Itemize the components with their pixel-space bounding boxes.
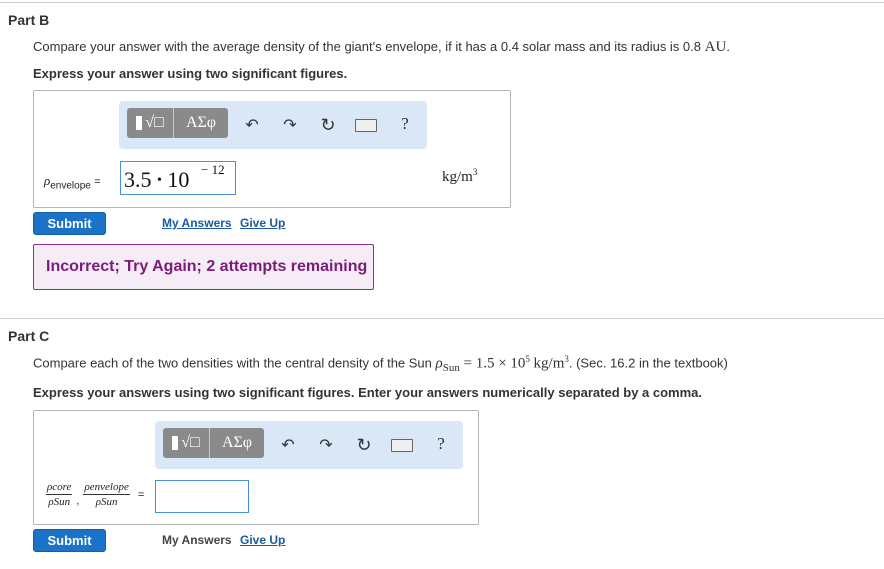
part-c-math-toolbar: √□ ΑΣφ ↶ ↷ ↻ ? (155, 421, 463, 469)
part-c-question: Compare each of the two densities with t… (33, 354, 728, 374)
part-b-question-text: Compare your answer with the average den… (33, 39, 702, 54)
part-b-feedback: Incorrect; Try Again; 2 attempts remaini… (33, 244, 374, 290)
answer-exponent: − 12 (201, 162, 225, 177)
comma: , (76, 494, 80, 507)
fraction-numerator: ρcore (46, 481, 73, 495)
multiply-dot: • (157, 173, 162, 188)
part-divider (0, 318, 884, 319)
part-c-template-group: √□ ΑΣφ (163, 428, 264, 458)
undo-icon[interactable]: ↶ (241, 114, 263, 136)
part-b-instruction: Express your answer using two significan… (33, 66, 348, 81)
equals-sign: = (137, 488, 145, 501)
reset-icon[interactable]: ↻ (353, 434, 375, 456)
equals-sign: = (94, 176, 101, 188)
greek-symbols-button[interactable]: ΑΣφ (174, 108, 228, 138)
answer-expression: 3.5 • 10 (124, 167, 189, 193)
rho-subscript: envelope (50, 180, 91, 192)
part-b-answer-input[interactable]: 3.5 • 10 − 12 (120, 161, 236, 195)
template-button[interactable]: √□ (163, 428, 209, 458)
part-c-answer-box: √□ ΑΣφ ↶ ↷ ↻ ? ρcore ρSun , ρenvelope ρS… (33, 410, 479, 525)
keyboard-icon[interactable] (391, 434, 413, 456)
help-icon[interactable]: ? (430, 433, 452, 455)
part-b-template-group: √□ ΑΣφ (127, 108, 228, 138)
part-c-answer-label: ρcore ρSun , ρenvelope ρSun = (46, 481, 144, 508)
reset-icon[interactable]: ↻ (317, 114, 339, 136)
part-b-question-unit: AU (704, 39, 727, 55)
block-icon (172, 436, 179, 450)
template-button[interactable]: √□ (127, 108, 173, 138)
part-c-my-answers-label: My Answers (162, 533, 232, 547)
part-c-answer-input[interactable] (155, 480, 249, 513)
sun-density-exponent: 5 (525, 354, 530, 364)
part-b-give-up-link[interactable]: Give Up (240, 216, 285, 230)
sqrt-icon: √□ (145, 114, 164, 131)
sqrt-icon: √□ (181, 434, 200, 451)
greek-symbols-button[interactable]: ΑΣφ (210, 428, 264, 458)
unit-base: kg/m (442, 169, 473, 185)
part-b-question-end: . (726, 39, 730, 54)
keyboard-icon[interactable] (355, 114, 377, 136)
part-c-question-text: Compare each of the two densities with t… (33, 355, 432, 371)
envelope-sun-fraction: ρenvelope ρSun (83, 481, 130, 508)
part-c-give-up-link[interactable]: Give Up (240, 533, 285, 547)
answer-mantissa: 3.5 (124, 167, 152, 192)
fraction-denominator: ρSun (48, 496, 71, 508)
redo-icon[interactable]: ↷ (315, 434, 337, 456)
part-b-unit: kg/m3 (442, 167, 477, 186)
part-b-my-answers-link[interactable]: My Answers (162, 216, 232, 230)
part-b-submit-button[interactable]: Submit (33, 212, 106, 235)
undo-icon[interactable]: ↶ (277, 434, 299, 456)
redo-icon[interactable]: ↷ (279, 114, 301, 136)
part-c-question-end: . (Sec. 16.2 in the textbook) (568, 355, 728, 371)
part-c-title: Part C (8, 328, 50, 344)
answer-base: 10 (167, 167, 190, 192)
part-c-submit-button[interactable]: Submit (33, 529, 106, 552)
sun-density-symbol: ρ (435, 355, 443, 372)
part-b-answer-box: √□ ΑΣφ ↶ ↷ ↻ ? ρenvelope = 3.5 • 10 − 12… (33, 90, 511, 208)
part-b-question: Compare your answer with the average den… (33, 39, 730, 56)
top-divider (0, 2, 884, 3)
core-sun-fraction: ρcore ρSun (46, 481, 73, 508)
help-icon[interactable]: ? (394, 113, 416, 135)
fraction-numerator: ρenvelope (83, 481, 130, 495)
sun-density-unit: kg/m (533, 355, 565, 372)
part-b-answer-label: ρenvelope = (44, 173, 101, 191)
block-icon (136, 116, 143, 130)
unit-exponent: 3 (472, 167, 478, 177)
sun-density-subscript: Sun (442, 361, 460, 374)
part-b-title: Part B (8, 12, 50, 28)
sun-density-value: = 1.5 × 10 (463, 355, 526, 372)
part-b-math-toolbar: √□ ΑΣφ ↶ ↷ ↻ ? (119, 101, 427, 149)
fraction-denominator: ρSun (95, 496, 118, 508)
part-c-instruction: Express your answers using two significa… (33, 385, 703, 400)
